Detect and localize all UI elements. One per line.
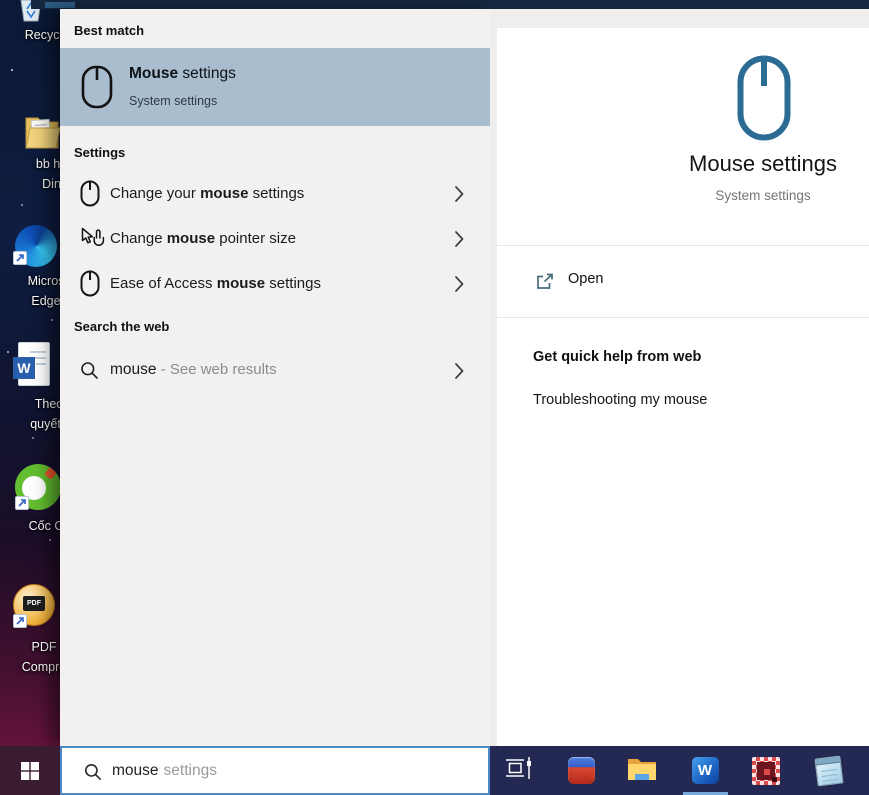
- background-window-accent: [45, 2, 75, 8]
- result-see-web-results[interactable]: mouse - See web results: [60, 346, 490, 394]
- chevron-right-icon: [455, 186, 464, 207]
- best-match-result[interactable]: Mouse settings System settings: [60, 48, 490, 126]
- folder-icon: [24, 112, 60, 152]
- screen: Recycle bb hop Dinh: [0, 0, 869, 795]
- web-section-header: Search the web: [74, 319, 169, 334]
- result-label: mouse - See web results: [110, 346, 277, 394]
- result-label: Change your mouse settings: [110, 171, 304, 216]
- desktop-icon-folder[interactable]: bb hop Dinh: [24, 112, 60, 152]
- red-grid-app-icon: [752, 757, 780, 785]
- search-icon: [80, 361, 99, 385]
- notepad-icon: [814, 755, 843, 786]
- recycle-bin-icon: [16, 9, 46, 26]
- taskbar-app-red-grid[interactable]: [742, 746, 790, 795]
- desktop-icon-pdf-compressor[interactable]: PDF PDF Compre: [13, 584, 55, 626]
- taskbar-search-input[interactable]: mousesettings: [60, 746, 490, 795]
- preview-title: Mouse settings: [593, 151, 869, 177]
- best-match-subtitle: System settings: [129, 94, 217, 108]
- preview-card: Mouse settings System settings Open Get …: [497, 28, 869, 746]
- divider: [497, 317, 869, 318]
- result-change-your-mouse-settings[interactable]: Change your mouse settings: [60, 171, 490, 216]
- taskbar-file-explorer[interactable]: [618, 746, 666, 795]
- settings-section-header: Settings: [74, 145, 125, 160]
- chevron-right-icon: [455, 363, 464, 384]
- result-label: Change mouse pointer size: [110, 216, 296, 261]
- word-logo: W: [13, 357, 35, 379]
- shortcut-arrow-icon: [15, 496, 29, 510]
- troubleshoot-link[interactable]: Troubleshooting my mouse: [533, 392, 707, 408]
- mouse-icon: [80, 270, 100, 302]
- result-change-mouse-pointer-size[interactable]: Change mouse pointer size: [60, 216, 490, 261]
- taskbar: mousesettings: [0, 746, 869, 795]
- taskbar-word[interactable]: W: [681, 746, 729, 795]
- chevron-right-icon: [455, 231, 464, 252]
- open-action[interactable]: Open: [497, 246, 869, 317]
- search-icon: [84, 763, 102, 786]
- search-query-text: mousesettings: [112, 748, 217, 793]
- mouse-icon: [80, 180, 100, 212]
- chevron-right-icon: [455, 276, 464, 297]
- open-external-icon: [535, 273, 554, 296]
- pointer-size-icon: [80, 227, 105, 256]
- desktop-icon-word-doc[interactable]: W Theo quyết t: [18, 342, 50, 386]
- preview-panel: Mouse settings System settings Open Get …: [490, 9, 869, 746]
- shortcut-arrow-icon: [13, 614, 27, 628]
- result-label: Ease of Access mouse settings: [110, 261, 321, 306]
- windows-logo-icon: [21, 762, 39, 785]
- task-view-button[interactable]: [494, 746, 542, 795]
- red-blue-app-icon: [568, 757, 595, 784]
- quick-help-header: Get quick help from web: [533, 349, 701, 365]
- desktop-icon-coccoc[interactable]: Cốc C: [15, 464, 61, 510]
- taskbar-notepad[interactable]: [805, 746, 853, 795]
- search-suggestion-text: settings: [164, 762, 217, 779]
- mouse-icon: [81, 65, 113, 114]
- desktop: Recycle bb hop Dinh: [0, 0, 60, 746]
- best-match-title: Mouse settings: [129, 65, 236, 83]
- background-window-edge: [31, 0, 869, 9]
- result-ease-of-access-mouse-settings[interactable]: Ease of Access mouse settings: [60, 261, 490, 306]
- desktop-icon-edge[interactable]: Micros Edge: [15, 225, 57, 267]
- mouse-icon-large: [737, 55, 791, 146]
- taskbar-app-red-blue[interactable]: [557, 746, 605, 795]
- file-explorer-icon: [627, 756, 657, 786]
- word-document-icon: W: [18, 342, 50, 386]
- shortcut-arrow-icon: [13, 251, 27, 265]
- preview-subtitle: System settings: [593, 188, 869, 203]
- task-view-icon: [504, 755, 532, 786]
- pdf-logo: PDF: [23, 596, 45, 611]
- best-match-header: Best match: [74, 23, 144, 38]
- word-icon: W: [692, 757, 719, 784]
- search-results-panel: Best match Mouse settings System setting…: [60, 9, 490, 746]
- start-button[interactable]: [0, 746, 60, 795]
- open-label: Open: [568, 271, 603, 287]
